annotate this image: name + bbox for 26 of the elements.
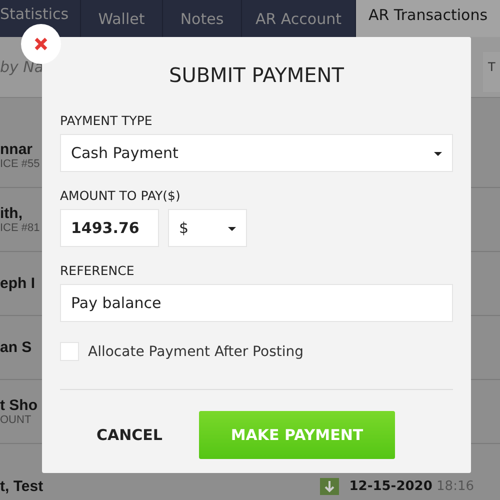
customer-name: an S	[0, 339, 33, 356]
payment-type-select[interactable]: Cash Payment	[60, 134, 453, 172]
customer-name: eph I	[0, 275, 36, 292]
checkbox[interactable]	[60, 342, 79, 361]
field-label: PAYMENT TYPE	[60, 113, 154, 128]
invoice-number: OUNT	[0, 414, 32, 426]
caret-icon	[228, 227, 236, 231]
filter-field[interactable]: T	[483, 52, 500, 92]
invoice-number: ICE #55	[0, 158, 40, 170]
close-icon	[34, 37, 48, 51]
invoice-number: ICE #81	[0, 222, 40, 234]
dialog-title: SUBMIT PAYMENT	[168, 63, 345, 87]
checkbox-label: Allocate Payment After Posting	[88, 344, 304, 360]
amount-field[interactable]: 1493.76	[60, 209, 159, 247]
transaction-date: 12-15-2020 18:16	[349, 479, 474, 494]
customer-name: t Sho	[0, 397, 38, 414]
customer-name: nnar	[0, 141, 34, 158]
reference-field[interactable]: Pay balance	[60, 284, 453, 322]
currency-select[interactable]: $	[168, 209, 247, 247]
tab[interactable]: AR Transactions	[356, 0, 500, 37]
cancel-button[interactable]: CANCEL	[60, 426, 199, 444]
field-label: AMOUNT TO PAY($)	[60, 188, 182, 203]
customer-name: t, Test	[0, 478, 44, 495]
caret-icon	[434, 152, 442, 156]
customer-name: ith,	[0, 205, 24, 222]
field-label: REFERENCE	[60, 263, 136, 278]
